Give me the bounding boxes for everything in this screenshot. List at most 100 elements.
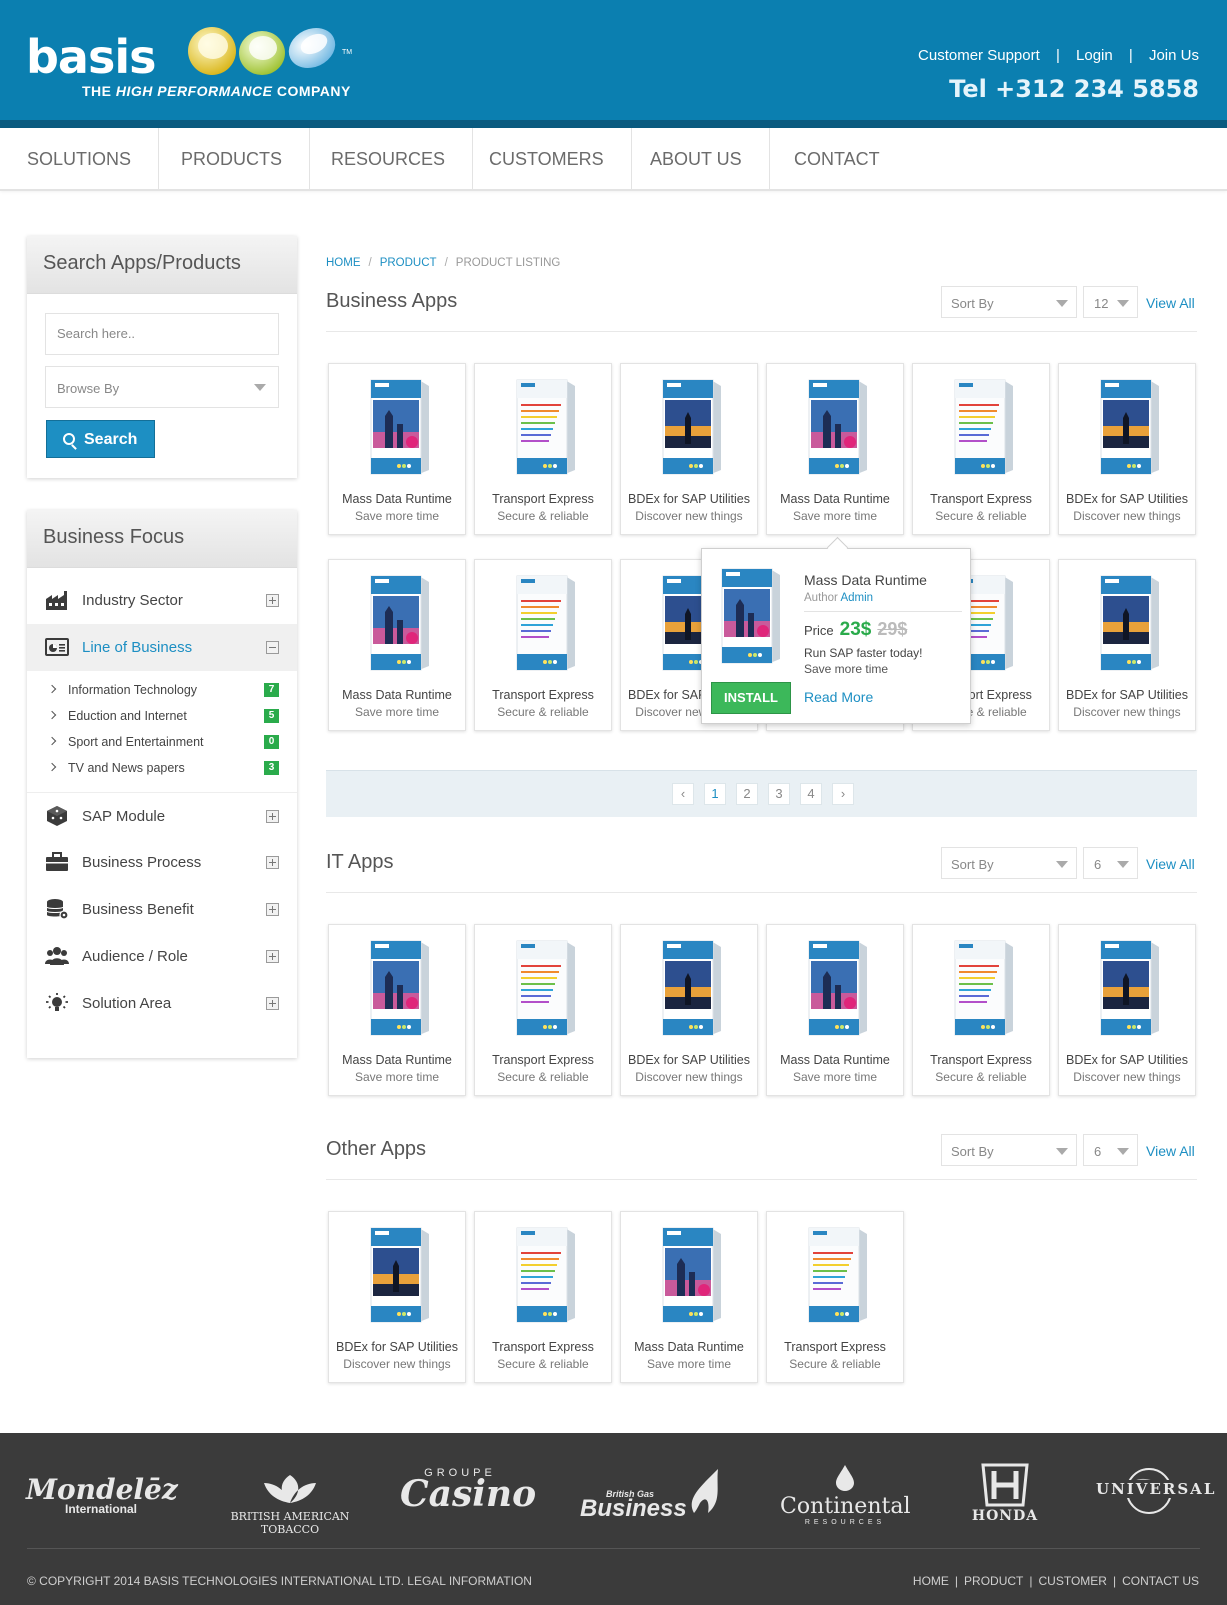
- page-3-button[interactable]: 3: [768, 783, 790, 805]
- collapse-icon[interactable]: [266, 641, 279, 654]
- product-box-image: [655, 935, 725, 1039]
- install-button[interactable]: INSTALL: [711, 682, 791, 714]
- breadcrumb-home[interactable]: HOME: [326, 257, 361, 269]
- sub-item-tv-news[interactable]: TV and News papers 3: [27, 756, 297, 782]
- focus-business-benefit[interactable]: Business Benefit: [27, 886, 297, 933]
- focus-solution-area[interactable]: Solution Area: [27, 980, 297, 1027]
- brand-logo-british-gas[interactable]: British Gas Business: [580, 1469, 730, 1523]
- focus-audience-role[interactable]: Audience / Role: [27, 933, 297, 980]
- it-count-select[interactable]: 6: [1083, 847, 1138, 879]
- author-link[interactable]: Admin: [840, 592, 873, 604]
- prev-page-button[interactable]: ‹: [672, 783, 694, 805]
- product-card[interactable]: Mass Data Runtime Save more time: [328, 924, 466, 1096]
- other-count-select[interactable]: 6: [1083, 1134, 1138, 1166]
- sub-item-sport-entertainment[interactable]: Sport and Entertainment 0: [27, 730, 297, 756]
- product-card[interactable]: Mass Data Runtime Save more time: [766, 363, 904, 535]
- search-input[interactable]: Search here..: [45, 313, 279, 355]
- browse-by-select[interactable]: Browse By: [45, 366, 279, 408]
- product-card[interactable]: Mass Data Runtime Save more time: [766, 924, 904, 1096]
- sub-item-information-technology[interactable]: Information Technology 7: [27, 678, 297, 704]
- page-2-button[interactable]: 2: [736, 783, 758, 805]
- product-name: Transport Express: [492, 1340, 594, 1354]
- business-focus-panel: Business Focus Industry Sector Line of B…: [27, 510, 297, 1058]
- focus-industry-sector[interactable]: Industry Sector: [27, 577, 297, 624]
- logo-orbs-icon: TM: [188, 27, 352, 75]
- footer-home-link[interactable]: HOME: [913, 1574, 949, 1588]
- product-card[interactable]: BDEx for SAP Utilities Discover new thing…: [620, 363, 758, 535]
- join-us-link[interactable]: Join Us: [1149, 47, 1199, 64]
- chevron-right-icon: [47, 762, 57, 772]
- product-tagline: Save more time: [354, 509, 440, 523]
- product-card[interactable]: BDEx for SAP Utilities Discover new thing…: [328, 1211, 466, 1383]
- section-divider: [326, 331, 1197, 332]
- drop-icon: [836, 1465, 854, 1491]
- footer-product-link[interactable]: PRODUCT: [964, 1574, 1023, 1588]
- other-apps-title: Other Apps: [326, 1138, 427, 1160]
- nav-contact[interactable]: CONTACT: [767, 128, 907, 191]
- other-sort-select[interactable]: Sort By: [941, 1134, 1077, 1166]
- business-sort-select[interactable]: Sort By: [941, 286, 1077, 318]
- footer-contact-link[interactable]: CONTACT US: [1122, 1574, 1199, 1588]
- cube-icon: [47, 806, 67, 826]
- product-name: BDEx for SAP Utilities: [627, 1053, 751, 1067]
- read-more-link[interactable]: Read More: [804, 689, 873, 705]
- brand-logo-honda[interactable]: HONDA: [960, 1463, 1050, 1524]
- product-card[interactable]: Transport Express Secure & reliable: [912, 363, 1050, 535]
- product-card[interactable]: Transport Express Secure & reliable: [912, 924, 1050, 1096]
- brand-logo-universal[interactable]: UNIVERSAL: [1094, 1467, 1219, 1514]
- business-focus-title: Business Focus: [27, 510, 297, 568]
- product-card[interactable]: BDEx for SAP Utilities Discover new thing…: [620, 924, 758, 1096]
- page-4-button[interactable]: 4: [800, 783, 822, 805]
- nav-resources[interactable]: RESOURCES: [304, 128, 474, 191]
- product-card[interactable]: Transport Express Secure & reliable: [474, 363, 612, 535]
- nav-products[interactable]: PRODUCTS: [154, 128, 311, 191]
- page-1-button[interactable]: 1: [704, 783, 726, 805]
- business-view-all-link[interactable]: View All: [1146, 295, 1195, 311]
- product-tagline: Secure & reliable: [497, 1357, 589, 1371]
- login-link[interactable]: Login: [1076, 47, 1113, 64]
- breadcrumb-product[interactable]: PRODUCT: [380, 257, 437, 269]
- product-card[interactable]: Mass Data Runtime Save more time: [620, 1211, 758, 1383]
- product-card[interactable]: Mass Data Runtime Save more time: [328, 559, 466, 731]
- focus-sap-module[interactable]: SAP Module: [27, 792, 297, 839]
- nav-about-us[interactable]: ABOUT US: [623, 128, 770, 191]
- sub-item-education-internet[interactable]: Eduction and Internet 5: [27, 704, 297, 730]
- product-card[interactable]: Transport Express Secure & reliable: [766, 1211, 904, 1383]
- product-card[interactable]: BDEx for SAP Utilities Discover new thing…: [1058, 363, 1196, 535]
- product-box-image: [655, 374, 725, 478]
- product-box-image: [714, 563, 784, 667]
- focus-business-process[interactable]: Business Process: [27, 839, 297, 886]
- product-card[interactable]: BDEx for SAP Utilities Discover new thing…: [1058, 559, 1196, 731]
- brand-logo-continental[interactable]: Continental RESOURCES: [780, 1465, 910, 1526]
- product-card[interactable]: Transport Express Secure & reliable: [474, 559, 612, 731]
- product-card[interactable]: Mass Data Runtime Save more time: [328, 363, 466, 535]
- nav-solutions[interactable]: SOLUTIONS: [0, 128, 160, 191]
- nav-customers[interactable]: CUSTOMERS: [462, 128, 632, 191]
- brand-logo-mondelez[interactable]: Mondelēz International: [26, 1473, 178, 1516]
- next-page-button[interactable]: ›: [832, 783, 854, 805]
- expand-icon[interactable]: [266, 950, 279, 963]
- customer-support-link[interactable]: Customer Support: [918, 47, 1040, 64]
- expand-icon[interactable]: [266, 903, 279, 916]
- product-name: Transport Express: [492, 492, 594, 506]
- product-card[interactable]: Transport Express Secure & reliable: [474, 924, 612, 1096]
- logo-text[interactable]: basis: [26, 30, 156, 84]
- expand-icon[interactable]: [266, 856, 279, 869]
- it-apps-title: IT Apps: [326, 851, 394, 873]
- it-sort-select[interactable]: Sort By: [941, 847, 1077, 879]
- expand-icon[interactable]: [266, 997, 279, 1010]
- logo-tagline: THE HIGH PERFORMANCE COMPANY: [82, 83, 351, 99]
- product-card[interactable]: Transport Express Secure & reliable: [474, 1211, 612, 1383]
- other-view-all-link[interactable]: View All: [1146, 1143, 1195, 1159]
- focus-line-of-business[interactable]: Line of Business: [27, 624, 297, 671]
- search-button[interactable]: Search: [46, 420, 155, 458]
- footer-customer-link[interactable]: CUSTOMER: [1039, 1574, 1107, 1588]
- business-count-select[interactable]: 12: [1083, 286, 1138, 318]
- brand-logo-bat[interactable]: BRITISH AMERICAN TOBACCO: [230, 1473, 350, 1536]
- product-card[interactable]: BDEx for SAP Utilities Discover new thing…: [1058, 924, 1196, 1096]
- brand-logo-casino[interactable]: GROUPE Casino: [400, 1467, 536, 1515]
- expand-icon[interactable]: [266, 594, 279, 607]
- expand-icon[interactable]: [266, 810, 279, 823]
- count-badge: 3: [264, 761, 279, 775]
- it-view-all-link[interactable]: View All: [1146, 856, 1195, 872]
